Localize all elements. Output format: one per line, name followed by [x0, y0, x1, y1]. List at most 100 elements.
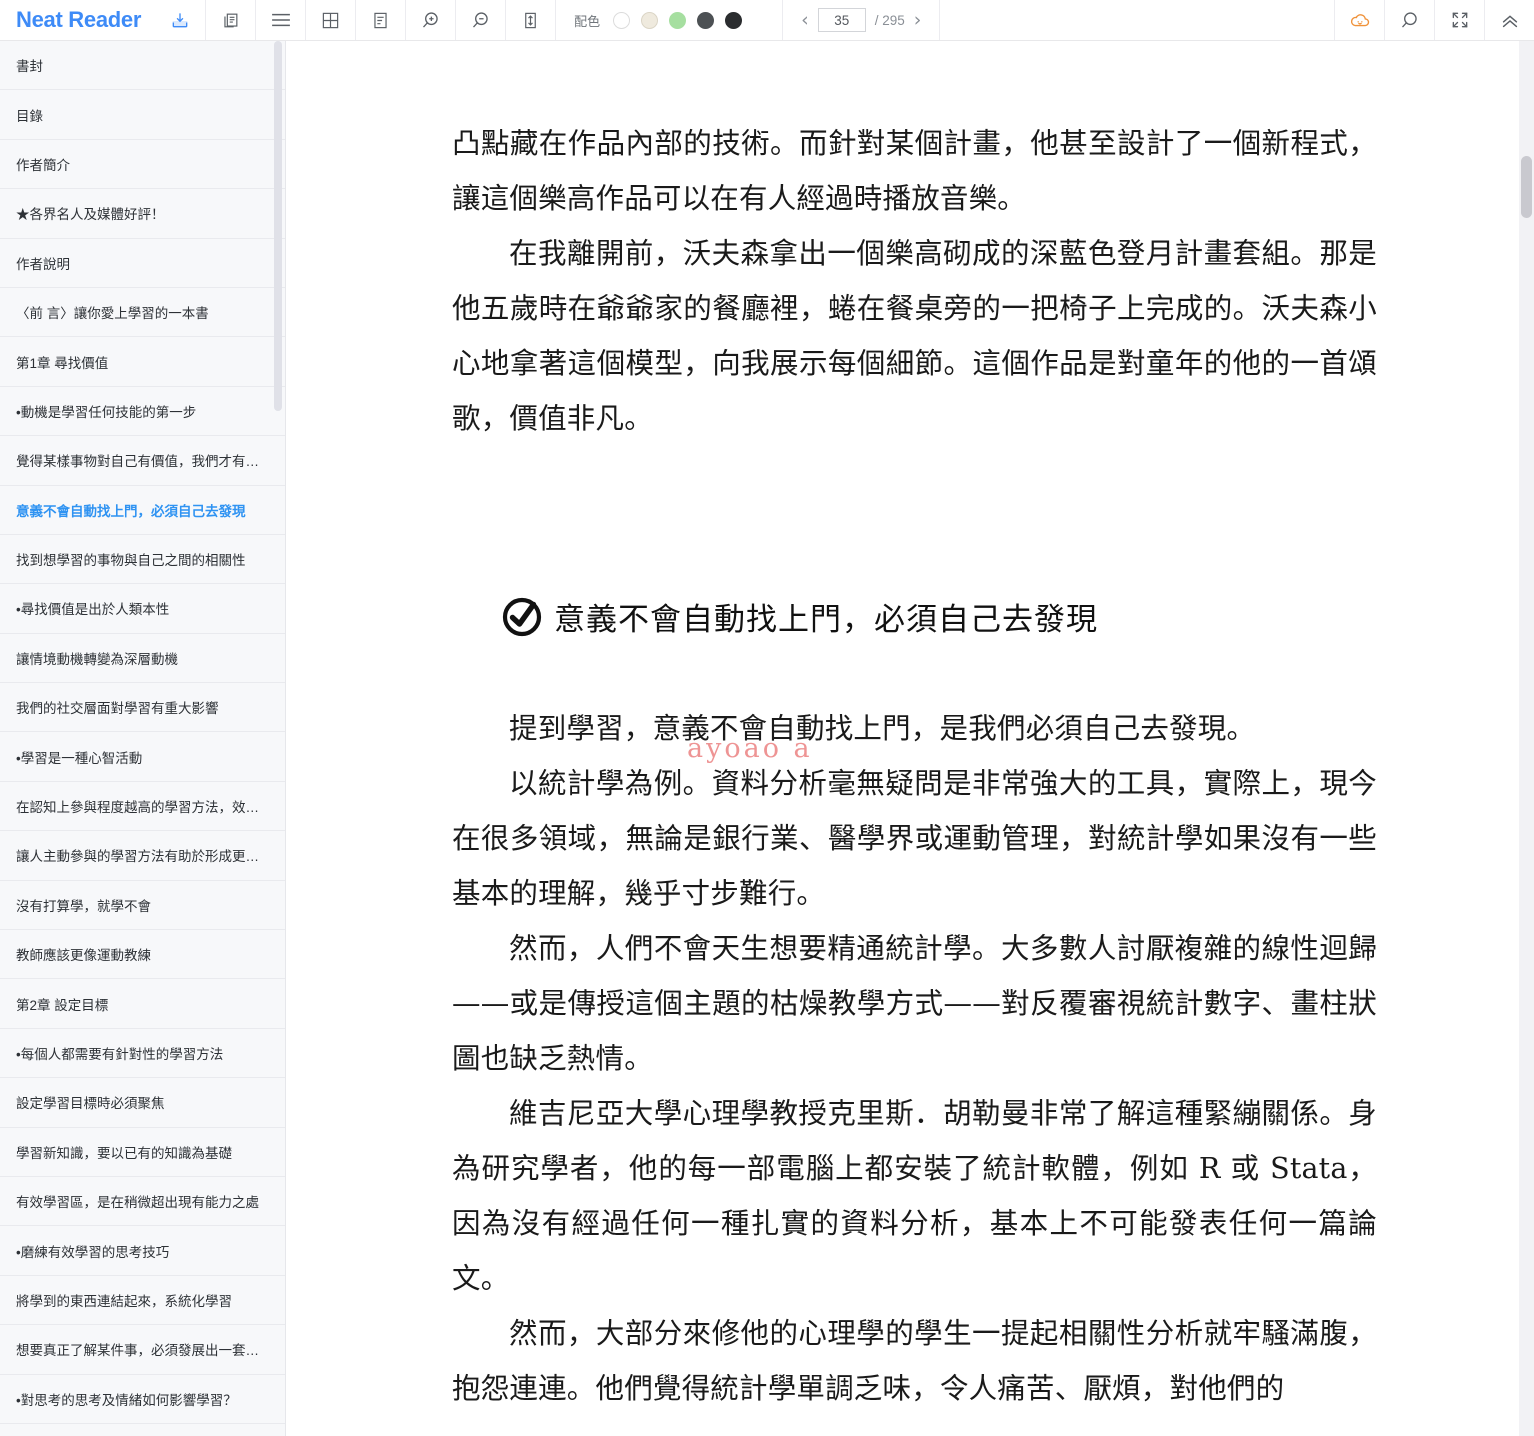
prev-page-button[interactable]: ‹ — [801, 10, 809, 30]
paragraph: 維吉尼亞大學心理學教授克里斯．胡勒曼非常了解這種緊繃關係。身為研究學者，他的每一… — [452, 1097, 1377, 1295]
sidebar-item-27[interactable]: •對思考的思考及情緒如何影響學習？ — [0, 1375, 285, 1424]
paragraph: 以統計學為例。資料分析毫無疑問是非常強大的工具，實際上，現今在很多領域，無論是銀… — [452, 767, 1377, 910]
sidebar-item-15[interactable]: 在認知上參與程度越高的學習方法，效… — [0, 782, 285, 832]
toolbar-right-group — [1334, 0, 1534, 40]
sidebar-item-label: 〈前 言〉讓你愛上學習的一本書 — [16, 306, 209, 322]
sidebar-item-label: •尋找價值是出於人類本性 — [16, 602, 170, 618]
page-number-input[interactable] — [817, 8, 866, 32]
paragraph: 凸點藏在作品內部的技術。而針對某個計畫，他甚至設計了一個新程式，讓這個樂高作品可… — [452, 127, 1377, 215]
sidebar-item-label: 讓情境動機轉變為深層動機 — [16, 651, 178, 667]
swatch-black[interactable] — [725, 11, 743, 29]
sidebar-item-label: 意義不會自動找上門，必須自己去發現 — [16, 503, 246, 519]
sidebar-item-label: 我們的社交層面對學習有重大影響 — [16, 701, 219, 717]
reader-scrollbar-thumb[interactable] — [1521, 156, 1532, 218]
app-brand-logo: Neat Reader — [16, 7, 142, 32]
reader-content-pane: 凸點藏在作品內部的技術。而針對某個計畫，他甚至設計了一個新程式，讓這個樂高作品可… — [287, 41, 1519, 1436]
paragraph: 然而，大部分來修他的心理學的學生一提起相關性分析就牢騷滿腹，抱怨連連。他們覺得統… — [452, 1317, 1377, 1405]
sidebar-item-label: 作者說明 — [16, 256, 70, 272]
color-scheme-label: 配色 — [574, 13, 601, 29]
sidebar-item-7[interactable]: •動機是學習任何技能的第一步 — [0, 387, 285, 437]
sidebar-item-label: 找到想學習的事物與自己之間的相關性 — [16, 553, 246, 569]
menu-lines-icon[interactable] — [255, 0, 305, 40]
sidebar-item-20[interactable]: •每個人都需要有針對性的學習方法 — [0, 1029, 285, 1079]
sidebar-item-label: •對思考的思考及情緒如何影響學習？ — [16, 1392, 237, 1408]
sidebar-item-2[interactable]: 作者簡介 — [0, 140, 285, 190]
page-total-label: / 295 — [874, 12, 905, 28]
sidebar-item-9[interactable]: 意義不會自動找上門，必須自己去發現 — [0, 486, 285, 535]
sidebar-item-label: 將學到的東西連結起來，系統化學習 — [16, 1293, 232, 1309]
check-circle-icon — [502, 597, 542, 636]
sidebar-item-8[interactable]: 覺得某樣事物對自己有價值，我們才有… — [0, 436, 285, 486]
sidebar-item-4[interactable]: 作者說明 — [0, 239, 285, 288]
sidebar-item-5[interactable]: 〈前 言〉讓你愛上學習的一本書 — [0, 288, 285, 338]
sidebar-item-label: 第1章 尋找價值 — [16, 355, 109, 371]
fullscreen-icon[interactable] — [1434, 0, 1484, 40]
zoom-out-icon[interactable] — [455, 0, 505, 40]
sidebar-item-label: •動機是學習任何技能的第一步 — [16, 404, 197, 420]
next-page-button[interactable]: › — [914, 10, 922, 30]
section-heading: 意義不會自動找上門，必須自己去發現 — [452, 594, 1377, 639]
copy-icon[interactable] — [205, 0, 255, 40]
collapse-toolbar-icon[interactable] — [1484, 0, 1534, 40]
sidebar-item-11[interactable]: •尋找價值是出於人類本性 — [0, 584, 285, 634]
sidebar-item-18[interactable]: 教師應該更像運動教練 — [0, 930, 285, 980]
sidebar-item-label: 書封 — [16, 59, 43, 75]
sidebar-scrollbar-track[interactable] — [271, 41, 285, 1436]
swatch-green[interactable] — [669, 11, 687, 29]
sidebar-item-label: ★各界名人及媒體好評！ — [16, 207, 165, 223]
grid-layout-icon[interactable] — [305, 0, 355, 40]
sidebar-item-14[interactable]: •學習是一種心智活動 — [0, 732, 285, 782]
swatch-gray[interactable] — [697, 11, 715, 29]
cloud-sync-icon[interactable] — [1334, 0, 1384, 40]
search-icon[interactable] — [1384, 0, 1434, 40]
save-to-library-icon[interactable] — [155, 0, 205, 40]
reader-page-column: 凸點藏在作品內部的技術。而針對某個計畫，他甚至設計了一個新程式，讓這個樂高作品可… — [452, 41, 1377, 1416]
table-of-contents-sidebar[interactable]: 書封目錄作者簡介 ★各界名人及媒體好評！ 作者說明〈前 言〉讓你愛上學習的一本書 第1… — [0, 41, 286, 1436]
sidebar-item-label: 目錄 — [16, 108, 43, 124]
sidebar-item-label: 第2章 設定目標 — [16, 997, 109, 1013]
sidebar-item-label: •磨練有效學習的思考技巧 — [16, 1244, 170, 1260]
sidebar-item-label: 想要真正了解某件事，必須發展出一套… — [16, 1343, 259, 1359]
sidebar-item-label: 學習新知識，要以已有的知識為基礎 — [16, 1145, 232, 1161]
sidebar-item-26[interactable]: 想要真正了解某件事，必須發展出一套… — [0, 1325, 285, 1375]
sidebar-item-25[interactable]: 將學到的東西連結起來，系統化學習 — [0, 1276, 285, 1326]
paragraph: 提到學習，意義不會自動找上門，是我們必須自己去發現。 — [509, 712, 1256, 745]
sidebar-item-label: 設定學習目標時必須聚焦 — [16, 1096, 165, 1112]
sidebar-item-label: •每個人都需要有針對性的學習方法 — [16, 1047, 224, 1062]
paragraph: 在我離開前，沃夫森拿出一個樂高砌成的深藍色登月計畫套組。那是他五歲時在爺爺家的餐… — [452, 237, 1377, 435]
sidebar-item-22[interactable]: 學習新知識，要以已有的知識為基礎 — [0, 1128, 285, 1177]
sidebar-item-label: 作者簡介 — [16, 157, 70, 173]
note-icon[interactable] — [355, 0, 405, 40]
sidebar-item-23[interactable]: 有效學習區，是在稍微超出現有能力之處 — [0, 1177, 285, 1227]
paragraph: 然而，人們不會天生想要精通統計學。大多數人討厭複雜的線性迴歸——或是傳授這個主題… — [452, 932, 1377, 1075]
sidebar-item-19[interactable]: 第2章 設定目標 — [0, 979, 285, 1029]
sidebar-item-16[interactable]: 讓人主動參與的學習方法有助於形成更… — [0, 831, 285, 881]
sidebar-item-label: 教師應該更像運動教練 — [16, 948, 151, 964]
sidebar-item-6[interactable]: 第1章 尋找價值 — [0, 337, 285, 387]
sidebar-item-21[interactable]: 設定學習目標時必須聚焦 — [0, 1078, 285, 1128]
sidebar-item-12[interactable]: 讓情境動機轉變為深層動機 — [0, 634, 285, 684]
page-navigation: ‹ / 295 › — [782, 0, 941, 40]
sidebar-item-10[interactable]: 找到想學習的事物與自己之間的相關性 — [0, 535, 285, 585]
color-scheme-group: 配色 — [555, 0, 758, 40]
sidebar-item-0[interactable]: 書封 — [0, 41, 285, 91]
swatch-sepia[interactable] — [641, 11, 659, 29]
sidebar-item-3[interactable]: ★各界名人及媒體好評！ — [0, 189, 285, 239]
toc-list: 書封目錄作者簡介 ★各界名人及媒體好評！ 作者說明〈前 言〉讓你愛上學習的一本書 第1… — [0, 41, 285, 1424]
sidebar-item-13[interactable]: 我們的社交層面對學習有重大影響 — [0, 683, 285, 733]
sidebar-item-1[interactable]: 目錄 — [0, 90, 285, 140]
zoom-in-icon[interactable] — [405, 0, 455, 40]
sidebar-item-24[interactable]: •磨練有效學習的思考技巧 — [0, 1226, 285, 1276]
reader-scrollbar-track[interactable] — [1519, 41, 1534, 1436]
sidebar-item-label: 有效學習區，是在稍微超出現有能力之處 — [16, 1195, 259, 1211]
line-height-icon[interactable] — [505, 0, 555, 40]
sidebar-item-label: •學習是一種心智活動 — [16, 750, 143, 766]
sidebar-item-17[interactable]: 沒有打算學，就學不會 — [0, 881, 285, 931]
sidebar-item-label: 沒有打算學，就學不會 — [16, 898, 151, 914]
sidebar-scrollbar-thumb[interactable] — [274, 41, 282, 411]
sidebar-item-label: 覺得某樣事物對自己有價值，我們才有… — [16, 454, 259, 470]
swatch-white[interactable] — [613, 11, 631, 29]
section-heading-text: 意義不會自動找上門，必須自己去發現 — [554, 602, 1098, 638]
app-toolbar: Neat Reader 配色 ‹ 35 / 295 › — [0, 0, 1534, 41]
